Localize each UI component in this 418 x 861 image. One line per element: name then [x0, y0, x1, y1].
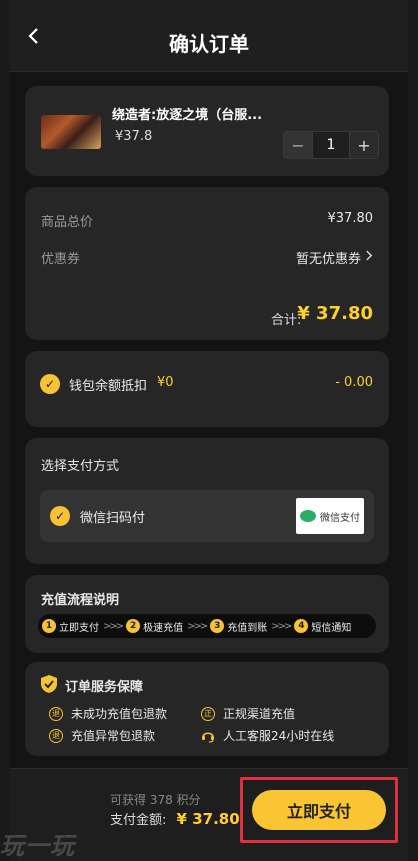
guarantee-heading: 订单服务保障 [65, 680, 144, 695]
product-price: ¥37.8 [115, 129, 153, 144]
points-earned: 可获得 378 积分 [110, 793, 201, 807]
flow-steps: 1 立即支付 >>> 2 极速充值 >>> 3 充值到账 >>> 4 短信通知 [38, 614, 376, 638]
coupon-value[interactable]: 暂无优惠券 [296, 248, 373, 267]
flow-step: 3 充值到账 [210, 619, 267, 634]
flow-step: 2 极速充值 [126, 619, 183, 634]
flow-heading: 充值流程说明 [41, 593, 120, 608]
product-name: 绕造者:放逐之境（台服... [112, 108, 263, 123]
product-card: 绕造者:放逐之境（台服... ¥37.8 − 1 + [25, 86, 389, 176]
shield-icon [41, 675, 57, 693]
wechat-icon [300, 510, 316, 522]
pay-amount-label: 支付金额: [110, 813, 167, 828]
subtotal-label: 商品总价 [41, 215, 94, 230]
coupon-text: 暂无优惠券 [295, 252, 361, 267]
price-summary-card: 商品总价 ¥37.80 优惠券 暂无优惠券 合计: ¥ 37.80 [25, 187, 389, 340]
check-icon[interactable]: ✓ [40, 374, 60, 394]
wallet-balance: ¥0 [157, 375, 174, 390]
top-bar: 确认订单 [10, 0, 408, 72]
official-icon: 正 [201, 706, 215, 721]
wallet-deduction: - 0.00 [335, 375, 373, 390]
recharge-flow-card: 充值流程说明 1 立即支付 >>> 2 极速充值 >>> 3 充值到账 >>> … [25, 575, 389, 653]
wallet-card[interactable]: ✓ 钱包余额抵扣 ¥0 - 0.00 [25, 351, 389, 427]
step-number: 2 [126, 619, 141, 633]
wechat-pay-logo: 微信支付 [296, 498, 364, 534]
pay-now-button[interactable]: 立即支付 [252, 790, 386, 830]
guarantee-item: 正 正规渠道充值 [201, 705, 295, 722]
payment-method-name: 微信扫码付 [80, 511, 146, 526]
step-number: 3 [210, 619, 225, 633]
guarantee-item: 人工客服24小时在线 [201, 727, 334, 744]
refund-icon: 退 [49, 706, 63, 721]
wechat-pay-logo-text: 微信支付 [320, 512, 360, 524]
guarantee-item: 退 未成功充值包退款 [49, 705, 167, 722]
watermark-logo: 玩一玩 [0, 832, 75, 860]
step-separator: >>> [187, 620, 208, 632]
flow-step: 4 短信通知 [294, 619, 351, 634]
refund-icon: 退 [49, 728, 63, 743]
step-separator: >>> [271, 620, 292, 632]
pay-button-highlight: 立即支付 [240, 777, 398, 843]
guarantee-item: 退 充值异常包退款 [49, 727, 155, 744]
step-label: 充值到账 [227, 622, 268, 634]
pay-amount: 支付金额: ¥ 37.80 [110, 809, 240, 828]
service-guarantee-card: 订单服务保障 退 未成功充值包退款 正 正规渠道充值 退 充值异常包退款 人工客… [25, 662, 389, 756]
headset-icon [202, 731, 214, 743]
wechat-pay-option[interactable]: ✓ 微信扫码付 微信支付 [40, 490, 374, 542]
product-thumbnail [41, 115, 101, 149]
step-label: 短信通知 [311, 622, 352, 634]
decrease-button[interactable]: − [284, 132, 312, 158]
increase-button[interactable]: + [350, 132, 378, 158]
app-frame: 确认订单 绕造者:放逐之境（台服... ¥37.8 − 1 + 商品总价 ¥37… [10, 0, 408, 861]
guarantee-label: 充值异常包退款 [71, 729, 156, 743]
step-label: 立即支付 [59, 622, 99, 634]
subtotal-value: ¥37.80 [327, 211, 374, 226]
payment-heading: 选择支付方式 [41, 459, 120, 474]
check-icon: ✓ [50, 506, 70, 526]
quantity-value[interactable]: 1 [312, 132, 350, 158]
step-separator: >>> [103, 620, 124, 632]
page-title: 确认订单 [169, 32, 249, 56]
pay-amount-value: ¥ 37.80 [176, 810, 240, 828]
guarantee-label: 正规渠道充值 [223, 707, 296, 721]
guarantee-label: 人工客服24小时在线 [223, 729, 335, 743]
coupon-label: 优惠券 [41, 252, 81, 267]
step-number: 4 [294, 619, 309, 633]
payment-method-card: 选择支付方式 ✓ 微信扫码付 微信支付 [25, 438, 389, 564]
total-value: ¥ 37.80 [297, 303, 373, 324]
quantity-stepper: − 1 + [283, 131, 379, 159]
step-number: 1 [42, 619, 56, 633]
flow-step: 1 立即支付 [42, 619, 99, 634]
wallet-label: 钱包余额抵扣 [69, 379, 148, 394]
chevron-right-icon [366, 250, 373, 261]
step-label: 极速充值 [143, 622, 184, 634]
guarantee-label: 未成功充值包退款 [71, 707, 168, 721]
